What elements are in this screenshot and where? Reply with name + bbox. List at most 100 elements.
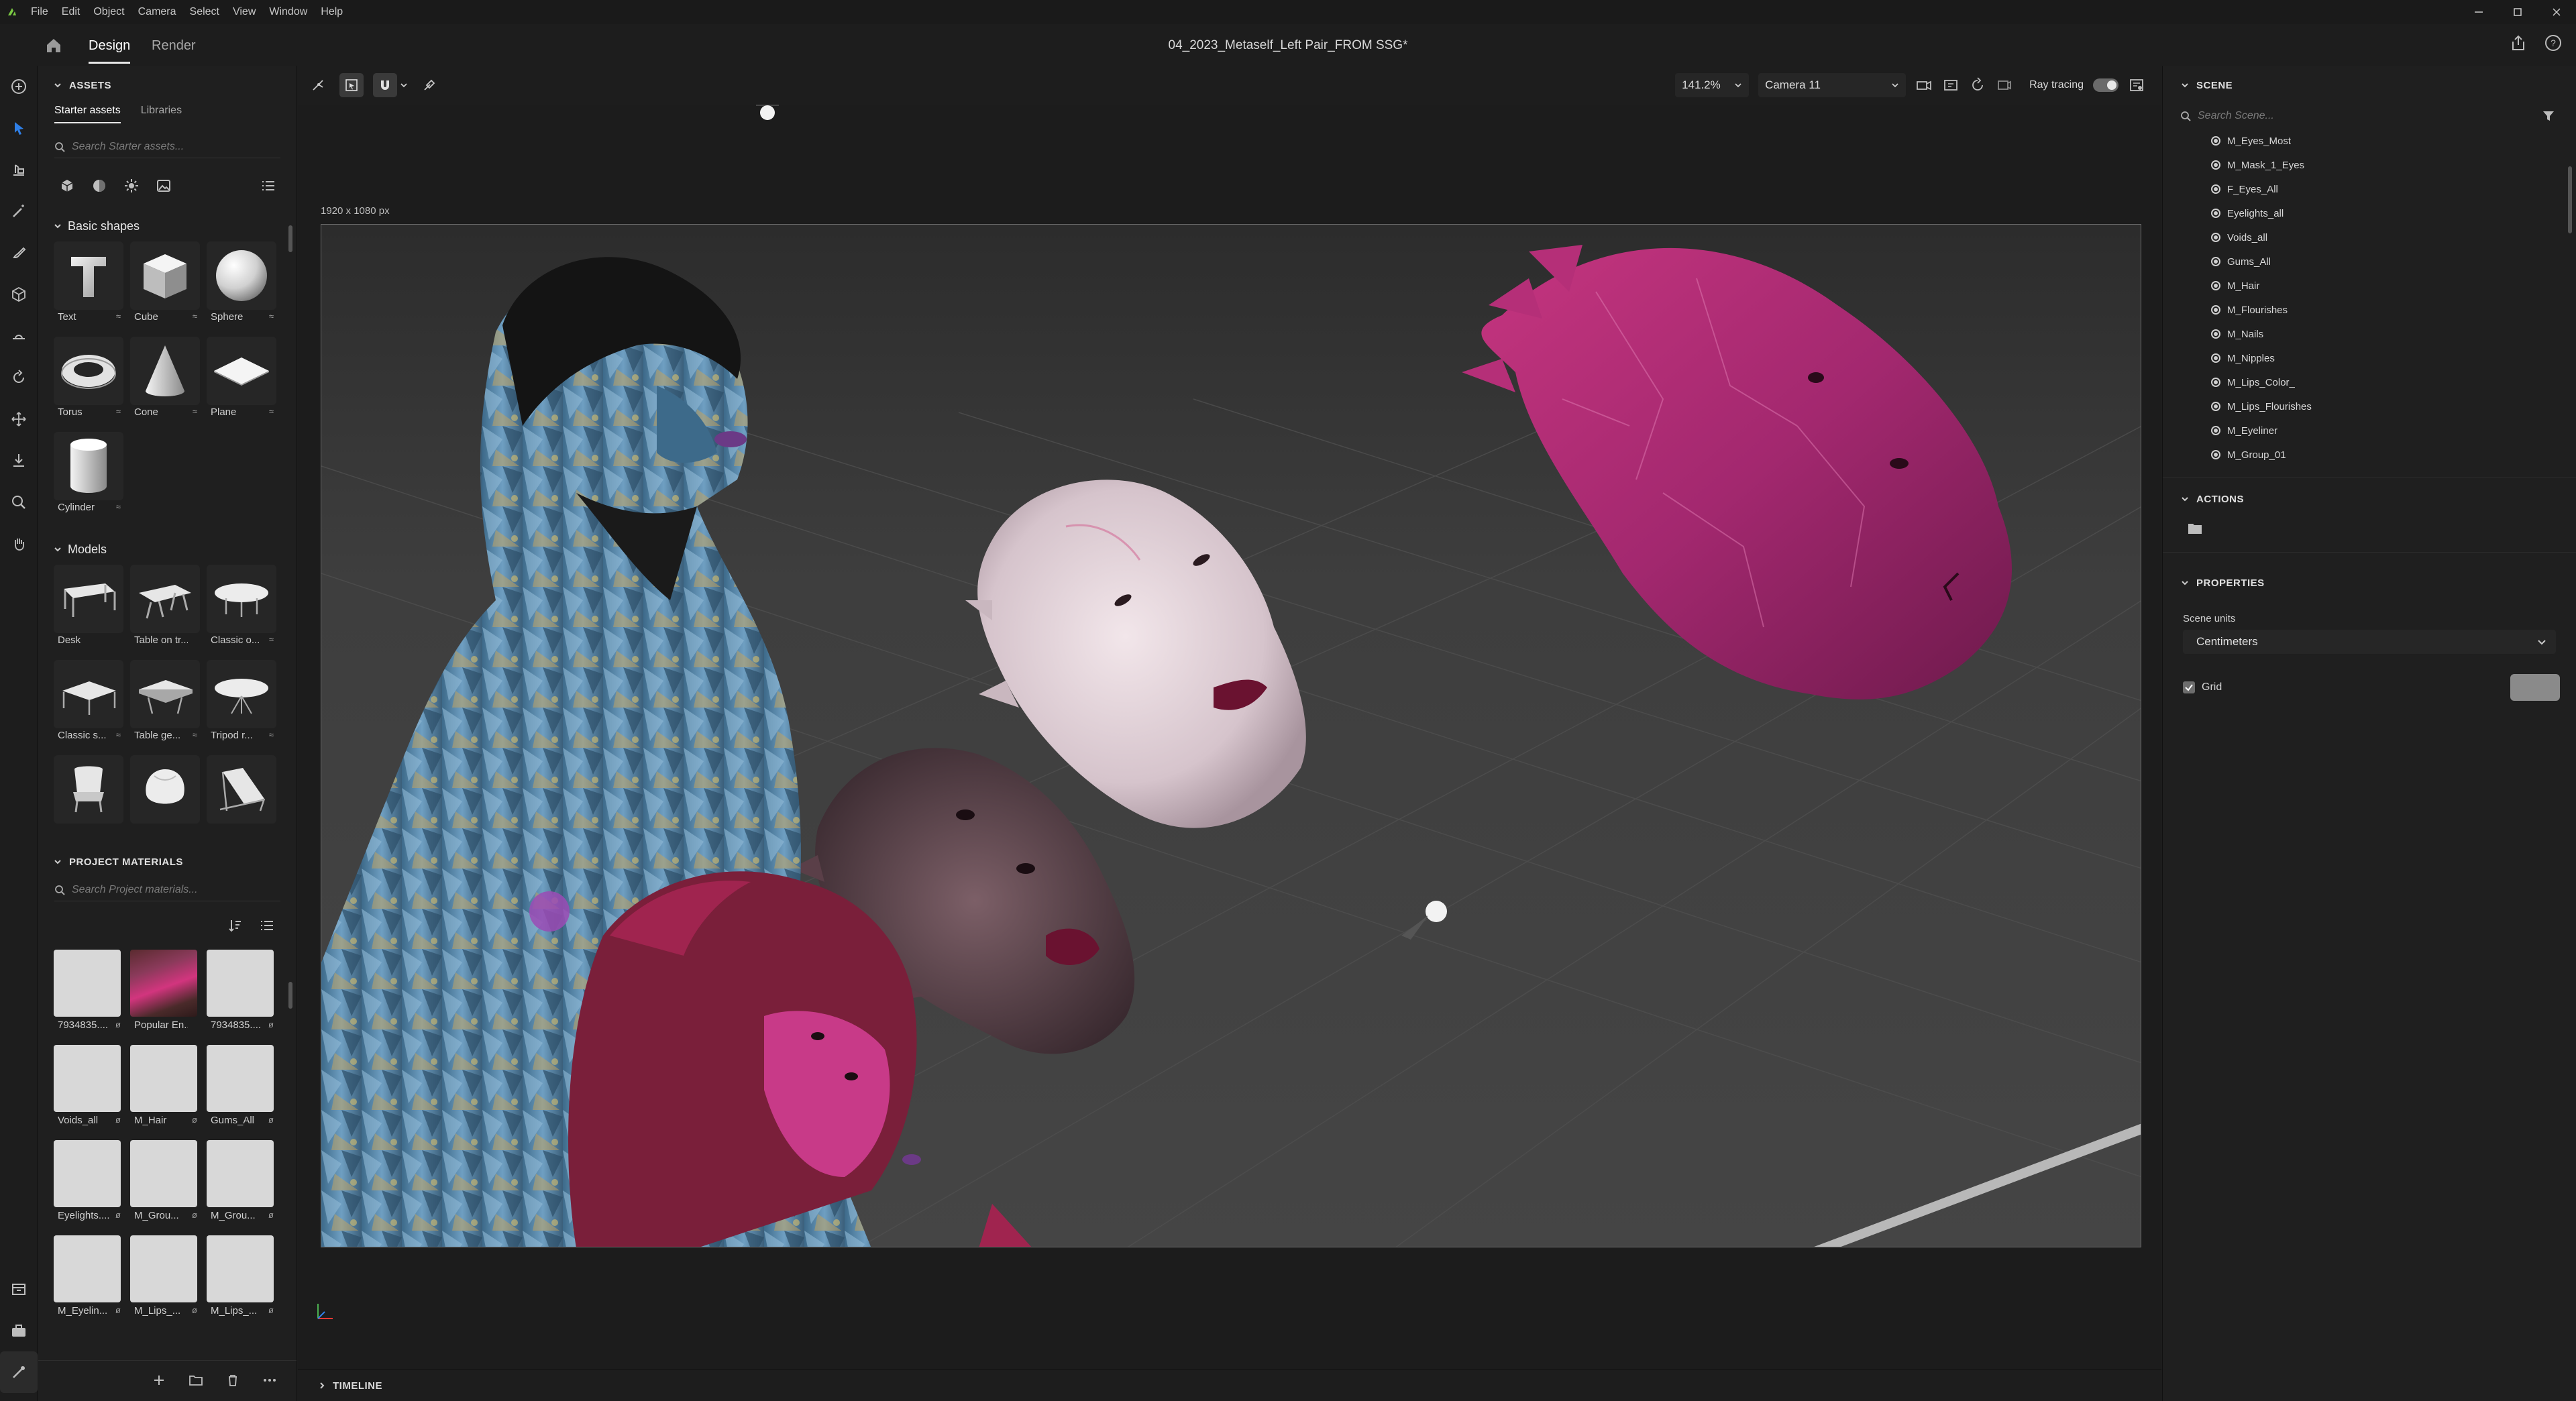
- move-tool-icon[interactable]: [0, 398, 38, 440]
- options-icon[interactable]: ≈: [193, 311, 197, 321]
- material-tile[interactable]: Eyelights.... ø: [54, 1140, 123, 1221]
- app-logo-icon[interactable]: [0, 0, 24, 24]
- lights-filter-icon[interactable]: [123, 177, 140, 194]
- share-icon[interactable]: [2509, 34, 2528, 52]
- menu-help[interactable]: Help: [314, 0, 350, 24]
- materials-search-input[interactable]: [72, 883, 273, 896]
- zoom-dropdown[interactable]: 141.2%: [1675, 73, 1750, 97]
- select-tool-icon[interactable]: [0, 107, 38, 149]
- scene-item[interactable]: Voids_all: [2211, 225, 2576, 249]
- render-settings-icon[interactable]: [2128, 76, 2145, 94]
- material-tile[interactable]: M_Hair ø: [130, 1045, 200, 1126]
- asset-lounge-chair[interactable]: [207, 755, 276, 825]
- folder-icon[interactable]: [189, 1374, 203, 1387]
- light-handle[interactable]: [1426, 901, 1447, 922]
- grid-checkbox[interactable]: [2183, 681, 2195, 693]
- new-folder-icon[interactable]: [2163, 521, 2576, 541]
- grid-color-swatch[interactable]: [2510, 674, 2560, 701]
- scene-item[interactable]: M_Flourishes: [2211, 298, 2576, 322]
- options-icon[interactable]: ≈: [116, 406, 121, 416]
- scene-item[interactable]: Gums_All: [2211, 249, 2576, 274]
- material-tile[interactable]: M_Grou... ø: [130, 1140, 200, 1221]
- menu-window[interactable]: Window: [262, 0, 314, 24]
- maximize-icon[interactable]: [2498, 0, 2537, 24]
- add-icon[interactable]: [0, 66, 38, 107]
- scene-tool-icon[interactable]: [306, 73, 330, 97]
- light-handle-icon[interactable]: [751, 105, 784, 131]
- materials-filter-icon[interactable]: [91, 177, 108, 194]
- scene-item[interactable]: M_Mask_1_Eyes: [2211, 153, 2576, 177]
- assets-search-input[interactable]: [72, 140, 273, 153]
- ray-tracing-toggle[interactable]: [2093, 78, 2118, 92]
- home-icon[interactable]: [42, 34, 66, 58]
- options-icon[interactable]: ≈: [116, 730, 121, 740]
- camera-frame-icon[interactable]: [1942, 76, 1960, 94]
- timeline-bar[interactable]: TIMELINE: [298, 1369, 2161, 1401]
- close-icon[interactable]: [2537, 0, 2576, 24]
- tab-render[interactable]: Render: [152, 34, 196, 58]
- camera-rotate-icon[interactable]: [1969, 76, 1986, 94]
- menu-file[interactable]: File: [24, 0, 55, 24]
- asset-table-on-trestles[interactable]: Table on tr...: [130, 565, 200, 646]
- asset-tripod-round[interactable]: Tripod r... ≈: [207, 660, 276, 741]
- tab-starter-assets[interactable]: Starter assets: [54, 105, 121, 127]
- options-icon[interactable]: ≈: [269, 634, 274, 645]
- asset-cylinder[interactable]: Cylinder ≈: [54, 432, 123, 513]
- scene-item[interactable]: M_Nails: [2211, 322, 2576, 346]
- minimize-icon[interactable]: [2459, 0, 2498, 24]
- toolbox-icon[interactable]: [0, 1310, 38, 1351]
- snap-magnet-icon[interactable]: [373, 73, 397, 97]
- properties-header[interactable]: PROPERTIES: [2163, 573, 2576, 593]
- models-header[interactable]: Models: [38, 539, 297, 559]
- assets-header[interactable]: ASSETS: [38, 75, 297, 95]
- options-icon[interactable]: ≈: [269, 406, 274, 416]
- camera-bookmark-icon[interactable]: [1915, 76, 1933, 94]
- scene-item[interactable]: M_Nipples: [2211, 346, 2576, 370]
- material-tile[interactable]: Voids_all ø: [54, 1045, 123, 1126]
- material-tile[interactable]: 7934835.... ø: [207, 950, 276, 1031]
- tab-design[interactable]: Design: [89, 34, 131, 64]
- scene-item[interactable]: M_Lips_Flourishes: [2211, 394, 2576, 418]
- asset-pouf[interactable]: [130, 755, 200, 825]
- options-icon[interactable]: ≈: [116, 311, 121, 321]
- scene-item[interactable]: F_Eyes_All: [2211, 177, 2576, 201]
- scene-item[interactable]: M_Hair: [2211, 274, 2576, 298]
- scene-header[interactable]: SCENE: [2163, 75, 2576, 95]
- project-materials-header[interactable]: PROJECT MATERIALS: [38, 852, 297, 872]
- shapes-filter-icon[interactable]: [58, 177, 76, 194]
- asset-plane[interactable]: Plane ≈: [207, 337, 276, 418]
- archive-icon[interactable]: [0, 1268, 38, 1310]
- zoom-tool-icon[interactable]: [0, 482, 38, 523]
- delete-icon[interactable]: [226, 1374, 239, 1387]
- asset-classic-oval[interactable]: Classic o... ≈: [207, 565, 276, 646]
- eyedropper-icon[interactable]: [417, 73, 441, 97]
- options-icon[interactable]: ≈: [269, 311, 274, 321]
- viewport[interactable]: 1920 x 1080 px: [298, 105, 2161, 1369]
- asset-armchair[interactable]: [54, 755, 123, 825]
- material-tile[interactable]: M_Lips_... ø: [130, 1235, 200, 1316]
- add-material-icon[interactable]: [152, 1374, 166, 1387]
- material-tile[interactable]: M_Lips_... ø: [207, 1235, 276, 1316]
- menu-select[interactable]: Select: [183, 0, 226, 24]
- tab-libraries[interactable]: Libraries: [141, 105, 182, 127]
- assets-scrollbar[interactable]: [288, 225, 292, 252]
- asset-table-geometric[interactable]: Table ge... ≈: [130, 660, 200, 741]
- render-canvas[interactable]: [321, 224, 2141, 1247]
- scene-item[interactable]: M_Group_01: [2211, 443, 2576, 467]
- material-tool-icon[interactable]: [0, 1351, 38, 1393]
- basic-shapes-header[interactable]: Basic shapes: [38, 216, 297, 236]
- scene-item[interactable]: M_Lips_Color_: [2211, 370, 2576, 394]
- material-tile[interactable]: Gums_All ø: [207, 1045, 276, 1126]
- place-on-ground-icon[interactable]: [0, 149, 38, 190]
- options-icon[interactable]: ≈: [193, 406, 197, 416]
- drop-to-floor-icon[interactable]: [0, 440, 38, 482]
- list-view-icon[interactable]: [259, 917, 275, 938]
- filter-icon[interactable]: [2541, 109, 2556, 123]
- sort-icon[interactable]: [227, 917, 243, 938]
- chevron-down-icon[interactable]: [400, 81, 408, 89]
- more-options-icon[interactable]: [262, 1374, 277, 1387]
- scene-search-input[interactable]: [2198, 110, 2506, 122]
- material-tile[interactable]: M_Eyelin... ø: [54, 1235, 123, 1316]
- rotate-tool-icon[interactable]: [0, 357, 38, 398]
- scene-item[interactable]: M_Eyes_Most: [2211, 129, 2576, 153]
